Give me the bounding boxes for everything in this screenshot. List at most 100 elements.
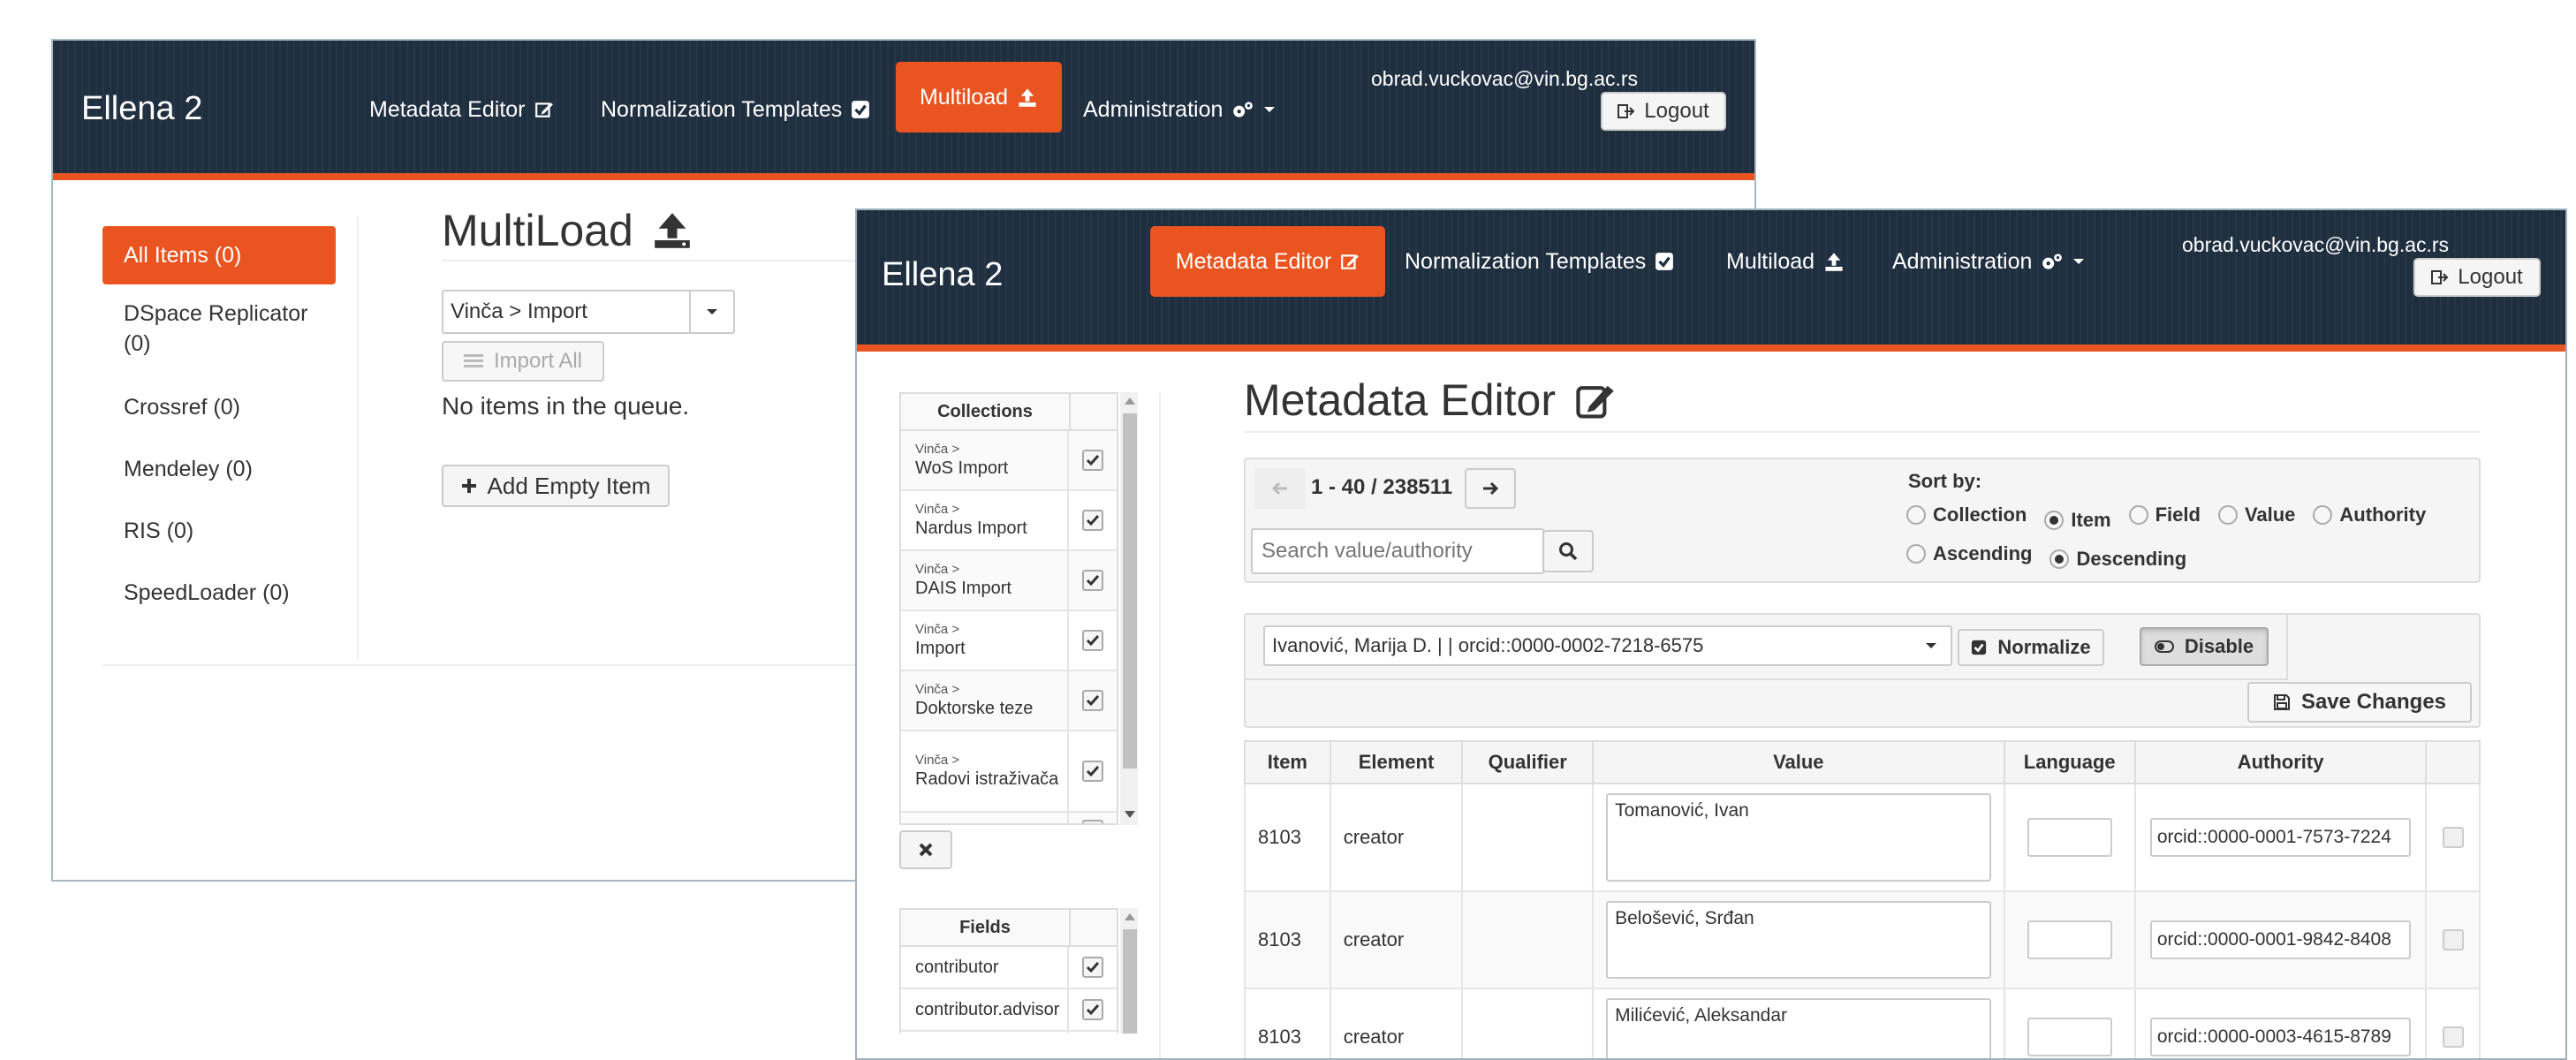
column-header-value[interactable]: Value [1592,740,2005,784]
sort-field-radio[interactable] [2128,505,2148,525]
sort-order-radio[interactable] [2049,549,2070,569]
nav-metadata-editor[interactable]: Metadata Editor [369,83,554,136]
field-checkbox[interactable] [1082,957,1103,978]
scroll-up-arrow[interactable] [1125,913,1135,920]
clear-collections-button[interactable] [899,830,952,869]
sort-order-option-descending[interactable]: Descending [2049,548,2186,571]
collection-checkbox[interactable] [1082,630,1103,651]
sort-order-option-ascending[interactable]: Ascending [1906,542,2032,565]
language-input[interactable] [2027,818,2112,857]
cell-item: 8103 [1244,890,1331,989]
column-header-qualifier[interactable]: Qualifier [1461,740,1595,784]
save-changes-button[interactable]: Save Changes [2247,682,2472,723]
collection-checkbox[interactable] [1082,690,1103,711]
scroll-down-arrow[interactable] [1125,811,1135,818]
authority-select[interactable]: Ivanović, Marija D. | | orcid::0000-0002… [1263,625,1952,666]
sort-field-label: Value [2244,504,2296,526]
collection-checkbox[interactable] [1082,761,1103,782]
row-checkbox[interactable] [2442,1026,2464,1048]
logout-button[interactable]: Logout [2413,258,2541,297]
language-input[interactable] [2027,1018,2112,1056]
collection-checkbox[interactable] [1082,450,1103,471]
sort-field-option-value[interactable]: Value [2217,504,2296,526]
collection-item[interactable]: Vinča > Radovi istraživača [901,731,1117,813]
authority-input[interactable]: orcid::0000-0001-9842-8408 [2149,920,2412,959]
sort-field-option-authority[interactable]: Authority [2313,504,2426,526]
logout-button[interactable]: Logout [1601,92,1726,131]
row-checkbox[interactable] [2442,827,2464,848]
sidebar-item-crossref[interactable]: Crossref (0) [102,392,336,422]
action-divider-horizontal [1246,678,2288,680]
navbar: Ellena 2 Metadata Editor Normalization T… [857,210,2565,352]
scroll-thumb[interactable] [1123,929,1137,1034]
collection-item[interactable]: Vinča > WoS Import [901,431,1117,491]
sort-order-radio[interactable] [1906,544,1926,564]
brand[interactable]: Ellena 2 [81,90,202,128]
nav-multiload[interactable]: Multiload [896,62,1062,132]
column-header-language[interactable]: Language [2003,740,2136,784]
sort-field-option-item[interactable]: Item [2044,509,2111,532]
nav-administration[interactable]: Administration [1892,235,2085,288]
sort-field-option-field[interactable]: Field [2128,504,2201,526]
sidebar-item-speedloader[interactable]: SpeedLoader (0) [102,578,336,608]
scroll-thumb[interactable] [1123,413,1137,768]
collection-checkbox[interactable] [1082,510,1103,531]
field-item[interactable]: contributor.advisor [901,989,1117,1032]
collection-checkbox[interactable] [1082,820,1103,823]
sidebar-item-mendeley[interactable]: Mendeley (0) [102,454,336,484]
value-textarea[interactable]: Milićević, Aleksandar [1606,998,1991,1058]
search-input[interactable] [1251,528,1544,574]
scroll-up-arrow[interactable] [1125,398,1135,405]
row-checkbox[interactable] [2442,929,2464,950]
search-button[interactable] [1542,530,1594,572]
collections-scrollbar[interactable] [1120,392,1138,825]
cell-language [2003,783,2136,892]
collection-item[interactable]: Vinča > DAIS Import [901,551,1117,611]
sort-field-option-collection[interactable]: Collection [1906,504,2027,526]
add-empty-item-button[interactable]: Add Empty Item [442,465,670,507]
import-all-button[interactable]: Import All [442,341,604,382]
header-divider [1069,394,1071,429]
field-item[interactable]: contributor [901,947,1117,989]
sort-field-radio[interactable] [2217,505,2238,525]
edit-icon [1575,380,1616,420]
brand[interactable]: Ellena 2 [882,256,1003,294]
collection-checkbox-cell [1069,820,1117,823]
field-checkbox[interactable] [1082,999,1103,1020]
sidebar-divider [1159,392,1161,1058]
sidebar-item-all-items[interactable]: All Items (0) [102,226,336,284]
sidebar-item-dspace-replicator[interactable]: DSpace Replicator (0) [102,299,336,359]
cell-qualifier [1461,783,1595,892]
column-header-authority[interactable]: Authority [2133,740,2428,784]
collection-item[interactable]: Vinča > Import [901,611,1117,671]
value-textarea[interactable]: Tomanović, Ivan [1606,793,1991,882]
source-select[interactable]: Vinča > Import [442,290,735,334]
column-header-element[interactable]: Element [1329,740,1464,784]
nav-normalization-templates[interactable]: Normalization Templates [1405,235,1674,288]
sort-field-radio[interactable] [2044,511,2065,530]
nav-administration[interactable]: Administration [1083,83,1276,136]
column-header-item[interactable]: Item [1244,740,1331,784]
sort-order-label: Ascending [1933,542,2033,564]
language-input[interactable] [2027,920,2112,959]
nav-normalization-templates[interactable]: Normalization Templates [601,83,870,136]
sort-field-radio[interactable] [2313,505,2333,525]
fields-scrollbar[interactable] [1120,908,1138,1034]
user-email: obrad.vuckovac@vin.bg.ac.rs [1371,67,1639,90]
next-page-button[interactable] [1465,468,1516,509]
disable-button[interactable]: Disable [2140,627,2269,666]
normalize-button[interactable]: Normalize [1958,629,2104,666]
field-item[interactable]: contributor.author [901,1032,1117,1034]
collection-item[interactable]: Vinča > Nardus Import [901,491,1117,551]
sidebar-item-ris[interactable]: RIS (0) [102,516,336,546]
prev-page-button[interactable] [1254,468,1306,509]
collection-item[interactable]: Vinča > [901,813,1117,823]
authority-input[interactable]: orcid::0000-0003-4615-8789 [2149,1018,2412,1056]
nav-multiload[interactable]: Multiload [1726,235,1845,288]
authority-input[interactable]: orcid::0000-0001-7573-7224 [2149,818,2412,857]
nav-metadata-editor[interactable]: Metadata Editor [1150,226,1385,297]
value-textarea[interactable]: Belošević, Srđan [1606,901,1991,979]
sort-field-radio[interactable] [1906,505,1926,525]
collection-item[interactable]: Vinča > Doktorske teze [901,671,1117,731]
collection-checkbox[interactable] [1082,570,1103,591]
